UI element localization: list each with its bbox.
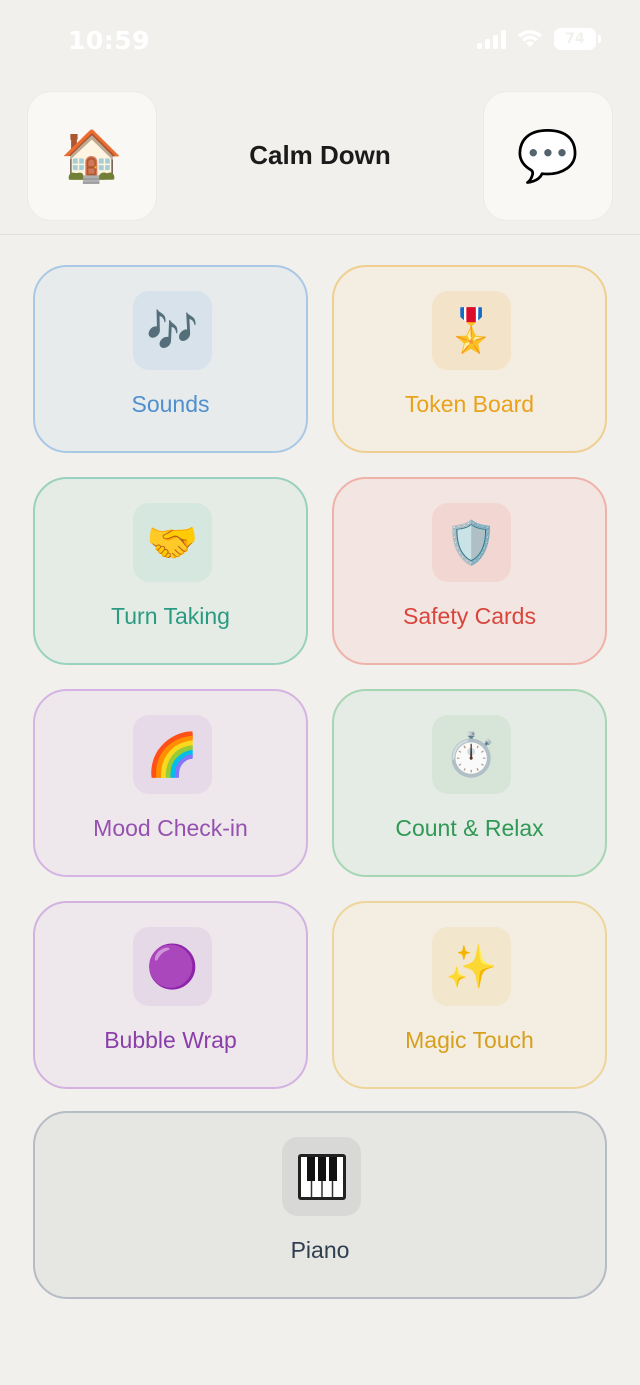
- purple-circle-icon: 🟣: [133, 927, 212, 1006]
- piano-keys-icon: [282, 1137, 361, 1216]
- tile-bubble-wrap[interactable]: 🟣 Bubble Wrap: [33, 901, 308, 1089]
- medal-icon: 🎖️: [432, 291, 511, 370]
- chat-button[interactable]: 💬: [483, 91, 613, 221]
- handshake-icon: 🤝: [133, 503, 212, 582]
- status-time: 10:59: [68, 26, 151, 55]
- shield-icon: 🛡️: [432, 503, 511, 582]
- sparkles-icon: ✨: [432, 927, 511, 1006]
- tile-sounds[interactable]: 🎶 Sounds: [33, 265, 308, 453]
- wifi-icon: [516, 29, 544, 49]
- tile-label: Count & Relax: [395, 815, 544, 841]
- tile-safety-cards[interactable]: 🛡️ Safety Cards: [332, 477, 607, 665]
- tile-mood-check-in[interactable]: 🌈 Mood Check-in: [33, 689, 308, 877]
- tile-count-relax[interactable]: ⏱️ Count & Relax: [332, 689, 607, 877]
- status-icons: 74: [477, 28, 601, 50]
- stopwatch-icon: ⏱️: [432, 715, 511, 794]
- status-bar: 10:59 74: [0, 0, 640, 84]
- tile-label: Token Board: [404, 391, 535, 417]
- header: 🏠 Calm Down 💬: [0, 88, 640, 235]
- tile-label: Piano: [290, 1237, 350, 1263]
- music-notes-icon: 🎶: [133, 291, 212, 370]
- cellular-signal-icon: [477, 29, 506, 49]
- rainbow-icon: 🌈: [133, 715, 212, 794]
- tile-label: Safety Cards: [403, 603, 536, 629]
- tile-label: Bubble Wrap: [104, 1027, 237, 1053]
- battery-level: 74: [565, 31, 585, 47]
- tile-magic-touch[interactable]: ✨ Magic Touch: [332, 901, 607, 1089]
- tile-turn-taking[interactable]: 🤝 Turn Taking: [33, 477, 308, 665]
- tile-label: Turn Taking: [111, 603, 230, 629]
- tile-label: Sounds: [131, 391, 210, 417]
- tile-token-board[interactable]: 🎖️ Token Board: [332, 265, 607, 453]
- tile-label: Mood Check-in: [93, 815, 248, 841]
- speech-bubble-icon: 💬: [516, 126, 580, 185]
- tile-piano[interactable]: Piano: [33, 1111, 607, 1299]
- battery-icon: 74: [554, 28, 601, 50]
- tile-label: Magic Touch: [405, 1027, 534, 1053]
